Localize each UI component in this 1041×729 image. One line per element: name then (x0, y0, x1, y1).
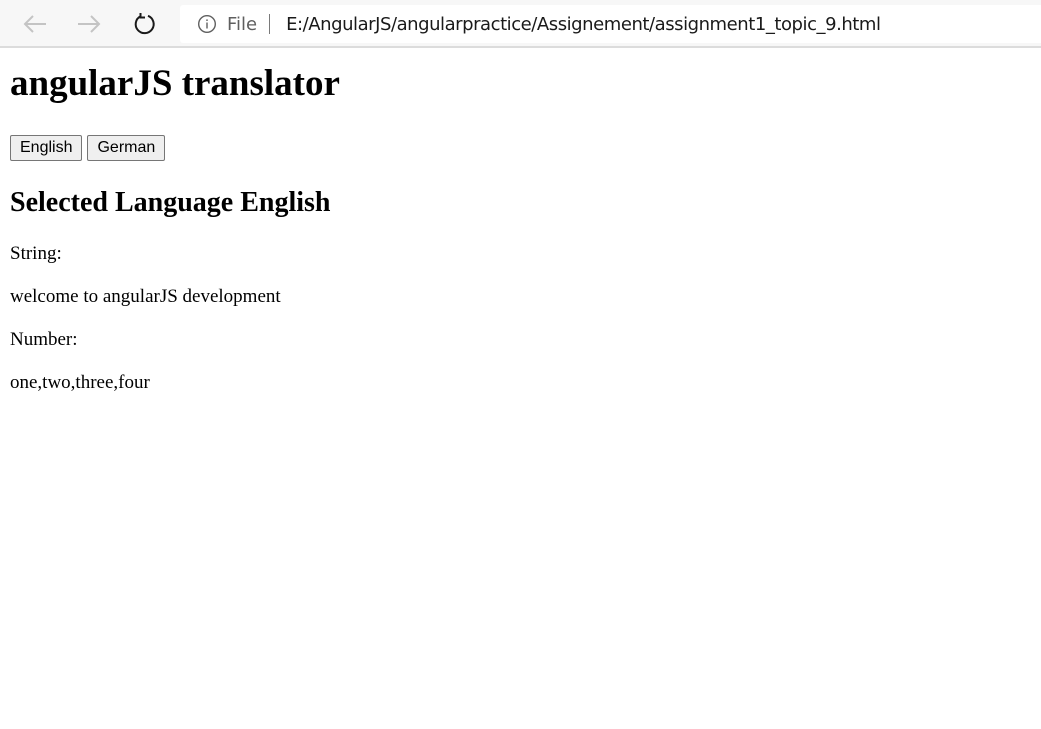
forward-button[interactable] (74, 9, 104, 39)
address-separator (269, 14, 271, 34)
scheme-label: File (227, 13, 258, 35)
page-content: angularJS translator English German Sele… (10, 48, 1030, 394)
string-value: welcome to angularJS development (10, 286, 281, 307)
number-value: one,two,three,four (10, 372, 150, 393)
reload-button[interactable] (130, 9, 160, 39)
page-title: angularJS translator (10, 63, 340, 104)
info-icon[interactable] (197, 14, 217, 34)
selected-language-heading: Selected Language English (10, 187, 331, 218)
arrow-right-icon (78, 15, 101, 33)
number-label: Number: (10, 329, 78, 350)
address-bar[interactable]: File E:/AngularJS/angularpractice/Assign… (180, 5, 1041, 43)
back-button[interactable] (20, 9, 50, 39)
reload-icon (134, 13, 155, 35)
english-button[interactable]: English (10, 135, 83, 161)
url-text[interactable]: E:/AngularJS/angularpractice/Assignement… (286, 14, 881, 35)
string-label: String: (10, 243, 62, 264)
browser-toolbar: File E:/AngularJS/angularpractice/Assign… (0, 0, 1041, 48)
german-button[interactable]: German (87, 135, 166, 161)
language-buttons: English German (10, 135, 1030, 161)
arrow-left-icon (23, 15, 46, 33)
